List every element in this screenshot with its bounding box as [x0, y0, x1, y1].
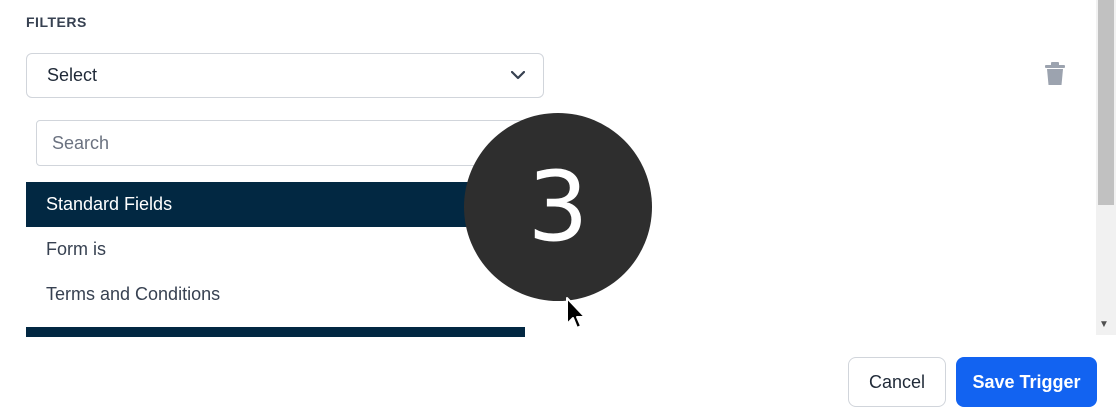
chevron-down-icon — [511, 71, 525, 80]
scroll-down-arrow-icon[interactable]: ▼ — [1099, 320, 1109, 330]
option-terms-and-conditions[interactable]: Terms and Conditions — [26, 272, 525, 317]
option-form-is[interactable]: Form is — [26, 227, 525, 272]
search-input[interactable] — [36, 120, 525, 166]
trash-icon[interactable] — [1044, 62, 1066, 86]
step-number-badge: 3 — [464, 113, 652, 301]
cancel-button[interactable]: Cancel — [848, 357, 946, 407]
filter-select-value: Select — [47, 65, 98, 85]
filter-select[interactable]: Select — [26, 53, 544, 98]
filters-heading: FILTERS — [26, 14, 87, 30]
cursor-icon — [565, 296, 589, 337]
next-group-header — [26, 327, 525, 337]
save-trigger-button[interactable]: Save Trigger — [956, 357, 1097, 407]
scrollbar-thumb[interactable] — [1098, 0, 1114, 205]
step-number: 3 — [527, 151, 589, 263]
filter-dropdown-menu: Standard Fields Form is Terms and Condit… — [26, 110, 525, 337]
group-header-standard-fields: Standard Fields — [26, 182, 525, 227]
page-scrollbar[interactable] — [1096, 0, 1116, 335]
